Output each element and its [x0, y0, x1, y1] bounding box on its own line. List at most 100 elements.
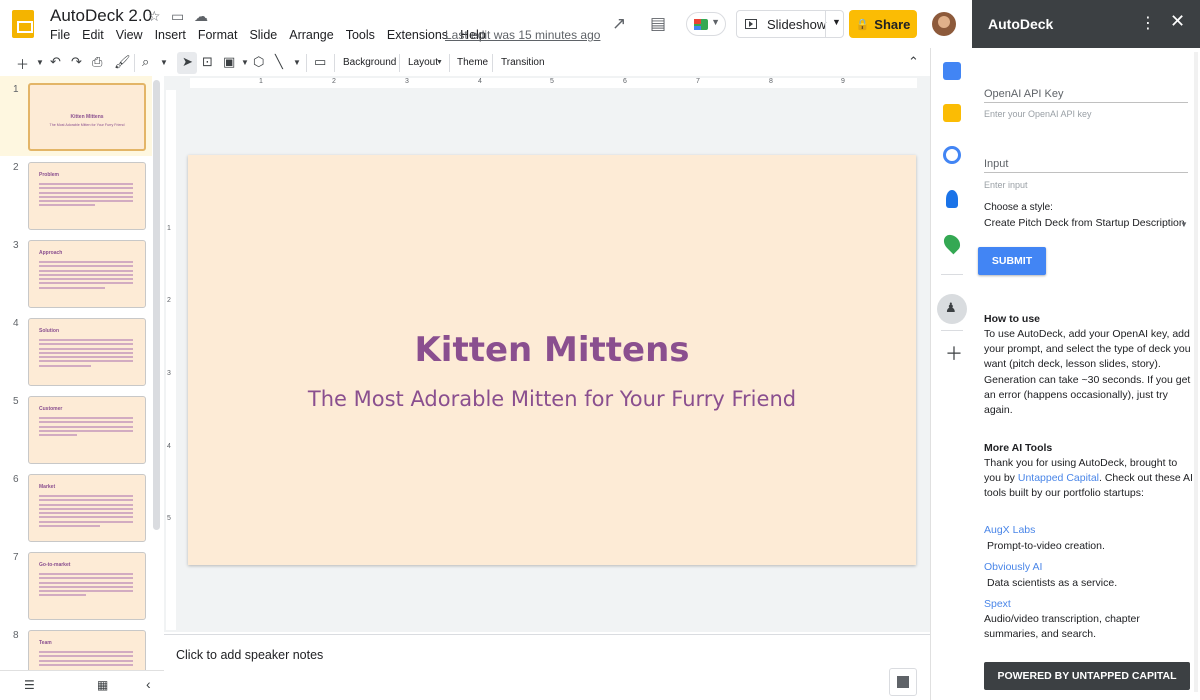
comments-icon[interactable]: ▤ [650, 14, 666, 34]
collapse-toolbar-icon[interactable]: ⌃ [908, 54, 919, 70]
menu-edit[interactable]: Edit [76, 28, 110, 42]
slide-thumbnail-1[interactable]: Kitten Mittens The Most Adorable Mitten … [28, 83, 146, 151]
line-dropdown-icon[interactable]: ▼ [293, 58, 301, 67]
tool-desc-spext: Audio/video transcription, chapter summa… [984, 613, 1140, 641]
image-icon[interactable]: ▣ [223, 54, 235, 70]
slide-thumbnail-3[interactable]: Approach [28, 240, 146, 308]
print-icon[interactable]: ⎙ [92, 54, 102, 70]
document-title[interactable]: AutoDeck 2.0 [50, 6, 152, 26]
ruler-tick: 9 [841, 78, 845, 85]
layout-dropdown-icon[interactable]: ▼ [436, 59, 443, 66]
slide-thumbnail-7[interactable]: Go-to-market [28, 552, 146, 620]
new-slide-dropdown-icon[interactable]: ▼ [36, 58, 44, 67]
activity-dashboard-icon[interactable]: ↗ [612, 14, 626, 34]
slide-title[interactable]: Kitten Mittens [188, 330, 916, 370]
tool-link-obviously-ai[interactable]: Obviously AI [984, 561, 1042, 573]
slides-logo-icon[interactable] [12, 10, 34, 38]
undo-icon[interactable]: ↶ [50, 54, 61, 70]
menu-tools[interactable]: Tools [340, 28, 381, 42]
share-label: Share [874, 16, 911, 32]
slide-filmstrip: 1 Kitten Mittens The Most Adorable Mitte… [0, 76, 164, 670]
slide-thumbnail-8[interactable]: Team [28, 630, 146, 670]
background-button[interactable]: Background [343, 57, 396, 68]
current-slide[interactable]: Kitten Mittens The Most Adorable Mitten … [188, 155, 916, 565]
grid-view-icon[interactable]: ▦ [97, 678, 108, 692]
slide-thumbnail-4[interactable]: Solution [28, 318, 146, 386]
share-button[interactable]: 🔒 Share [849, 10, 917, 38]
close-icon[interactable]: ✕ [1170, 11, 1185, 32]
powered-by-button[interactable]: POWERED BY UNTAPPED CAPITAL [984, 662, 1190, 690]
menu-insert[interactable]: Insert [149, 28, 192, 42]
chevron-down-icon[interactable]: ▼ [1180, 220, 1188, 229]
layout-button[interactable]: Layout [408, 57, 438, 68]
line-icon[interactable]: ╲ [275, 54, 283, 70]
speaker-notes-placeholder[interactable]: Click to add speaker notes [176, 648, 323, 662]
tool-link-augx[interactable]: AugX Labs [984, 524, 1035, 536]
autodeck-addon-icon[interactable]: ♟ [937, 294, 967, 324]
slide-thumbnail-6[interactable]: Market [28, 474, 146, 542]
cloud-status-icon[interactable]: ☁ [194, 8, 208, 25]
input-label: Input [984, 158, 1009, 170]
slide-number: 7 [13, 552, 19, 563]
last-edit-link[interactable]: Last edit was 15 minutes ago [445, 28, 600, 42]
style-label: Choose a style: [984, 202, 1053, 213]
maps-icon[interactable] [940, 231, 964, 255]
slide-number: 2 [13, 162, 19, 173]
ruler-tick: 1 [167, 225, 171, 232]
move-folder-icon[interactable]: ▭ [171, 8, 184, 25]
shape-icon[interactable]: ⬡ [253, 54, 264, 70]
add-comment-icon[interactable]: ▭ [314, 54, 326, 70]
theme-button[interactable]: Theme [457, 57, 488, 68]
meet-button[interactable]: ▼ [686, 12, 726, 36]
calendar-icon[interactable] [943, 62, 961, 80]
text-box-icon[interactable]: ⊡ [202, 54, 213, 70]
more-ai-tools-text: Thank you for using AutoDeck, brought to… [984, 456, 1194, 502]
tool-link-spext[interactable]: Spext [984, 598, 1011, 610]
prompt-input[interactable] [984, 180, 1188, 190]
untapped-capital-link[interactable]: Untapped Capital [1018, 472, 1099, 484]
redo-icon[interactable]: ↷ [71, 54, 82, 70]
style-select[interactable]: Create Pitch Deck from Startup Descripti… [984, 217, 1189, 229]
ruler-tick: 3 [405, 78, 409, 85]
explore-icon[interactable] [889, 668, 917, 696]
paint-format-icon[interactable]: 🖌 [114, 54, 131, 70]
filmstrip-view-icon[interactable]: ☰ [24, 678, 35, 692]
slide-thumbnail-2[interactable]: Problem [28, 162, 146, 230]
api-key-input[interactable] [984, 109, 1188, 119]
star-icon[interactable]: ☆ [148, 8, 161, 25]
submit-button[interactable]: SUBMIT [978, 247, 1046, 275]
keep-icon[interactable] [943, 104, 961, 122]
avatar[interactable] [932, 12, 956, 36]
slide-thumbnail-5[interactable]: Customer [28, 396, 146, 464]
ruler-tick: 5 [167, 515, 171, 522]
slideshow-button[interactable]: Slideshow ▼ [736, 10, 844, 38]
ruler-tick: 4 [478, 78, 482, 85]
tasks-icon[interactable] [943, 146, 961, 164]
slide-subtitle[interactable]: The Most Adorable Mitten for Your Furry … [188, 387, 916, 411]
contacts-icon[interactable] [946, 190, 958, 208]
sidebar-header: AutoDeck ⋮ ✕ [972, 0, 1200, 48]
select-cursor-icon[interactable]: ➤ [182, 54, 193, 70]
thumbnail-title: Team [39, 640, 52, 646]
menu-extensions[interactable]: Extensions [381, 28, 454, 42]
new-slide-icon[interactable]: ＋ [16, 54, 29, 73]
sidebar-scrollbar[interactable] [1194, 52, 1198, 692]
menu-arrange[interactable]: Arrange [283, 28, 339, 42]
more-options-icon[interactable]: ⋮ [1140, 13, 1156, 33]
menu-slide[interactable]: Slide [243, 28, 283, 42]
ruler-tick: 2 [332, 78, 336, 85]
zoom-icon[interactable]: ⌕ [142, 54, 149, 70]
menu-file[interactable]: File [44, 28, 76, 42]
menu-format[interactable]: Format [192, 28, 244, 42]
api-key-label: OpenAI API Key [984, 88, 1064, 100]
slideshow-dropdown-icon[interactable]: ▼ [832, 17, 841, 27]
image-dropdown-icon[interactable]: ▼ [241, 58, 249, 67]
collapse-panel-icon[interactable]: ‹ [146, 676, 151, 692]
toolbar: ＋ ▼ ↶ ↷ ⎙ 🖌 ⌕ ▼ ➤ ⊡ ▣ ▼ ⬡ ╲ ▼ ▭ Backgrou… [0, 50, 930, 76]
get-addons-icon[interactable]: ＋ [945, 340, 963, 366]
filmstrip-scrollbar[interactable] [153, 80, 160, 530]
transition-button[interactable]: Transition [501, 57, 545, 68]
speaker-notes[interactable]: Click to add speaker notes [164, 634, 930, 700]
menu-view[interactable]: View [110, 28, 149, 42]
zoom-dropdown-icon[interactable]: ▼ [160, 58, 168, 67]
